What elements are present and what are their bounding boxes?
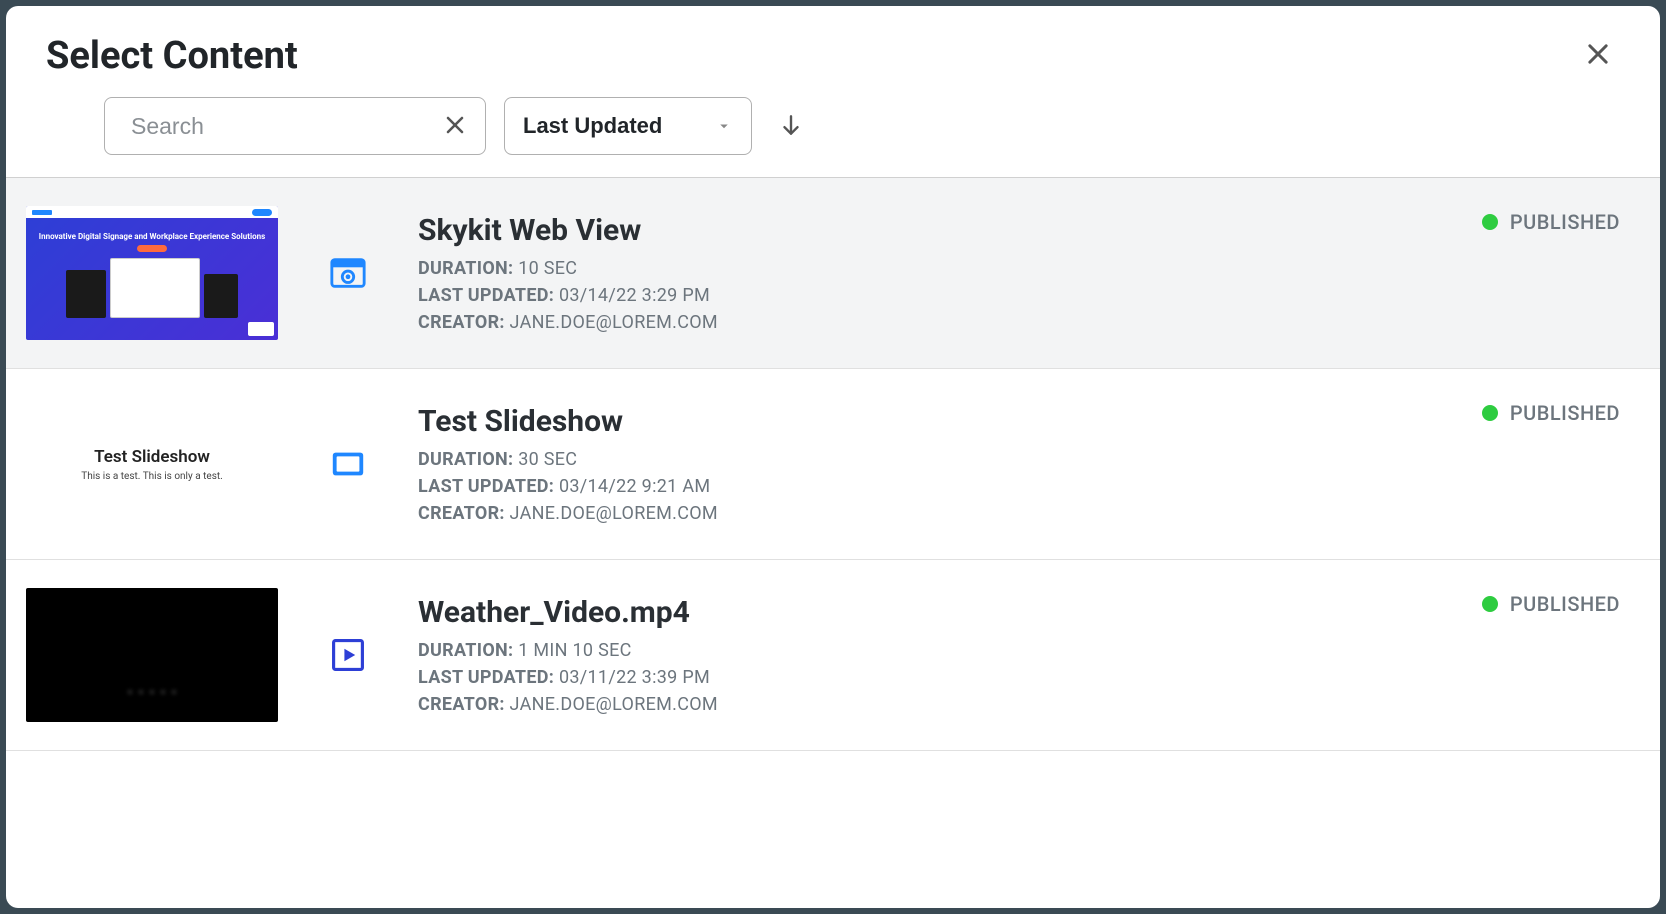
item-duration: DURATION: 1 MIN 10 SEC [418, 640, 1432, 661]
thumbnail-title: Test Slideshow [94, 447, 210, 467]
item-last-updated: LAST UPDATED: 03/14/22 3:29 PM [418, 285, 1432, 306]
sort-label: Last Updated [523, 113, 662, 139]
status-dot-icon [1482, 596, 1498, 612]
close-icon [443, 113, 467, 137]
item-creator: CREATOR: JANE.DOE@LOREM.COM [418, 503, 1432, 524]
select-content-modal: Select Content Last Updated [6, 6, 1660, 908]
item-last-updated: LAST UPDATED: 03/11/22 3:39 PM [418, 667, 1432, 688]
thumbnail-text: Innovative Digital Signage and Workplace… [39, 232, 265, 241]
status-badge: PUBLISHED [1482, 401, 1620, 425]
sort-direction-button[interactable] [770, 104, 812, 149]
item-title: Test Slideshow [418, 404, 1432, 439]
status-dot-icon [1482, 214, 1498, 230]
item-creator: CREATOR: JANE.DOE@LOREM.COM [418, 312, 1432, 333]
toolbar: Last Updated [6, 97, 1660, 178]
modal-header: Select Content [6, 6, 1660, 97]
item-title: Weather_Video.mp4 [418, 595, 1432, 630]
webview-icon [328, 253, 368, 293]
list-item[interactable]: Test Slideshow This is a test. This is o… [6, 369, 1660, 560]
close-button[interactable] [1576, 32, 1620, 79]
item-title: Skykit Web View [418, 213, 1432, 248]
item-details: Weather_Video.mp4 DURATION: 1 MIN 10 SEC… [418, 595, 1432, 715]
status-text: PUBLISHED [1510, 210, 1620, 234]
slideshow-icon [328, 444, 368, 484]
search-field[interactable] [104, 97, 486, 155]
video-icon [328, 635, 368, 675]
search-clear-button[interactable] [439, 109, 471, 144]
item-creator: CREATOR: JANE.DOE@LOREM.COM [418, 694, 1432, 715]
item-duration: DURATION: 10 SEC [418, 258, 1432, 279]
list-item[interactable]: · · · · · Weather_Video.mp4 DURATION: 1 … [6, 560, 1660, 751]
list-item[interactable]: Innovative Digital Signage and Workplace… [6, 178, 1660, 369]
status-text: PUBLISHED [1510, 401, 1620, 425]
modal-title: Select Content [46, 34, 298, 78]
sort-dropdown[interactable]: Last Updated [504, 97, 752, 155]
item-last-updated: LAST UPDATED: 03/14/22 9:21 AM [418, 476, 1432, 497]
thumbnail-subtitle: This is a test. This is only a test. [81, 471, 223, 482]
close-icon [1584, 40, 1612, 68]
item-details: Skykit Web View DURATION: 10 SEC LAST UP… [418, 213, 1432, 333]
item-details: Test Slideshow DURATION: 30 SEC LAST UPD… [418, 404, 1432, 524]
chevron-down-icon [715, 117, 733, 135]
status-text: PUBLISHED [1510, 592, 1620, 616]
thumbnail: Innovative Digital Signage and Workplace… [26, 206, 278, 340]
content-list[interactable]: Innovative Digital Signage and Workplace… [6, 178, 1660, 908]
status-dot-icon [1482, 405, 1498, 421]
item-duration: DURATION: 30 SEC [418, 449, 1432, 470]
search-input[interactable] [131, 113, 427, 140]
thumbnail: · · · · · [26, 588, 278, 722]
status-badge: PUBLISHED [1482, 592, 1620, 616]
status-badge: PUBLISHED [1482, 210, 1620, 234]
arrow-down-icon [778, 112, 804, 138]
thumbnail: Test Slideshow This is a test. This is o… [26, 397, 278, 531]
